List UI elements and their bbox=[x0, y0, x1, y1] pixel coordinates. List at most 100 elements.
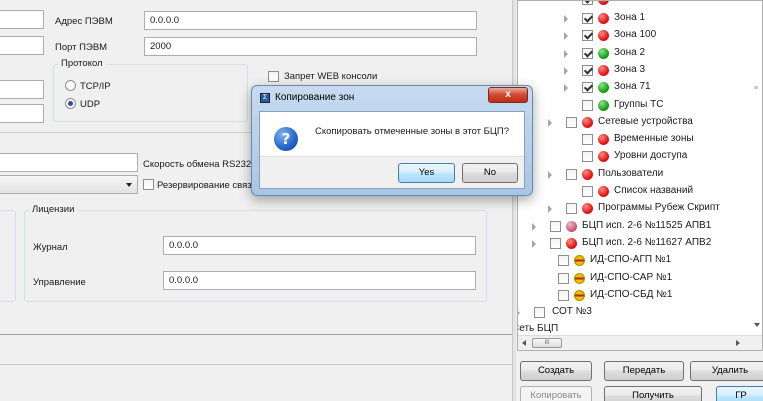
tree-checkbox[interactable] bbox=[558, 289, 569, 301]
tree-item-label: Программы Рубеж Скрипт bbox=[598, 202, 720, 214]
tree-row[interactable]: БЦП исп. 2-6 №11525 АПВ1 bbox=[532, 218, 762, 236]
status-indicator-icon bbox=[598, 13, 609, 24]
tree-row[interactable]: Список названий bbox=[578, 183, 762, 201]
tree-row[interactable]: Временные зоны bbox=[578, 131, 762, 149]
chevron-down-icon[interactable] bbox=[126, 183, 132, 187]
receive-button[interactable]: Получить bbox=[604, 386, 702, 401]
licenses-title: Лицензии bbox=[29, 204, 78, 215]
expand-arrow-icon[interactable] bbox=[564, 49, 568, 58]
tree-row[interactable]: БЦП исп. 2-6 №11627 АПВ2 bbox=[532, 235, 762, 253]
tree-checkbox[interactable] bbox=[582, 186, 593, 197]
expand-arrow-icon[interactable] bbox=[548, 205, 552, 214]
tree-checkbox[interactable] bbox=[582, 151, 593, 163]
tree-row[interactable]: Зона 71 bbox=[564, 79, 762, 97]
tree-row[interactable]: Пользователи bbox=[548, 166, 762, 184]
scroll-left-icon[interactable] bbox=[522, 340, 526, 346]
expand-arrow-icon[interactable] bbox=[564, 84, 568, 93]
scroll-down-icon[interactable] bbox=[754, 323, 760, 327]
pc-port-field[interactable]: 2000 bbox=[144, 37, 477, 56]
udp-radio[interactable] bbox=[65, 98, 76, 109]
left-field-1[interactable] bbox=[0, 10, 44, 29]
status-indicator-icon bbox=[574, 272, 585, 284]
tree-row[interactable]: Группы ТС bbox=[578, 97, 762, 115]
rs232-combo[interactable] bbox=[0, 175, 138, 194]
expand-arrow-icon[interactable] bbox=[548, 170, 552, 179]
tree-checkbox[interactable] bbox=[534, 307, 545, 319]
tree-checkbox[interactable] bbox=[582, 30, 593, 42]
protocol-title: Протокол bbox=[58, 58, 106, 69]
control-field[interactable]: 0.0.0.0 bbox=[163, 271, 476, 290]
tree-checkbox[interactable] bbox=[582, 82, 593, 94]
redundancy-checkbox[interactable] bbox=[143, 179, 154, 190]
status-indicator-icon bbox=[582, 203, 593, 215]
tree-checkbox[interactable] bbox=[582, 134, 593, 146]
control-label: Управление bbox=[33, 277, 86, 288]
create-button[interactable]: Создать bbox=[520, 361, 592, 381]
tree-row[interactable]: ИД-СПО-САР №1 bbox=[554, 270, 762, 288]
tree-row[interactable]: Уровни доступа bbox=[578, 148, 762, 166]
tree-row[interactable]: Зона 1 bbox=[564, 10, 762, 28]
close-button[interactable]: x bbox=[488, 87, 528, 103]
tree-checkbox[interactable] bbox=[558, 272, 569, 284]
status-indicator-icon bbox=[566, 220, 577, 232]
rs232-speed-label: Скорость обмена RS232 bbox=[143, 159, 252, 170]
tree-row[interactable]: Зона 2 bbox=[564, 45, 762, 63]
expand-arrow-icon[interactable] bbox=[564, 15, 568, 23]
left-field-2[interactable] bbox=[0, 36, 44, 55]
tree-item-label: ИД-СПО-СБД №1 bbox=[590, 288, 673, 300]
scroll-right-icon[interactable] bbox=[736, 340, 740, 346]
tree-hscroll[interactable]: III bbox=[518, 335, 762, 350]
rs232-field[interactable] bbox=[0, 153, 138, 172]
left-field-4[interactable] bbox=[0, 104, 44, 123]
tree-checkbox[interactable] bbox=[582, 64, 593, 76]
scroll-thumb[interactable]: III bbox=[532, 338, 562, 348]
expand-arrow-icon[interactable] bbox=[548, 118, 552, 127]
no-button[interactable]: No bbox=[462, 163, 518, 183]
tree-row[interactable]: СОТ №3 bbox=[518, 304, 762, 322]
gr-button[interactable]: ГР bbox=[716, 386, 763, 401]
tree-row[interactable]: Сетевые устройства bbox=[548, 114, 762, 132]
pc-address-field[interactable]: 0.0.0.0 bbox=[144, 11, 477, 30]
dialog-body: ? Скопировать отмеченные зоны в этот БЦП… bbox=[259, 111, 525, 189]
tree-checkbox[interactable] bbox=[550, 220, 561, 232]
tree-checkbox[interactable] bbox=[582, 99, 593, 111]
tcp-label: TCP/IP bbox=[80, 81, 111, 92]
expand-arrow-icon[interactable] bbox=[564, 32, 568, 41]
tree-item-label: Зона 2 bbox=[614, 46, 646, 58]
tree-vscroll[interactable]: ≡ bbox=[752, 1, 762, 335]
tree-row[interactable]: Зона 3 bbox=[564, 62, 762, 80]
tree-checkbox[interactable] bbox=[550, 237, 561, 249]
journal-field[interactable]: 0.0.0.0 bbox=[163, 236, 476, 255]
status-indicator-icon bbox=[582, 116, 593, 128]
web-console-checkbox[interactable] bbox=[268, 71, 279, 82]
tree-row[interactable]: ИД-СПО-СБД №1 bbox=[554, 287, 762, 305]
tree-item-label: Зона 3 bbox=[614, 63, 646, 75]
tree-checkbox[interactable] bbox=[582, 13, 593, 24]
tree-item-label: ИД-СПО-САР №1 bbox=[590, 271, 673, 283]
tree-checkbox[interactable] bbox=[582, 47, 593, 59]
yes-button[interactable]: Yes bbox=[398, 163, 455, 183]
delete-button[interactable]: Удалить bbox=[690, 361, 763, 381]
tree-checkbox[interactable] bbox=[566, 203, 577, 215]
tree-checkbox[interactable] bbox=[566, 168, 577, 180]
expand-arrow-icon[interactable] bbox=[532, 239, 536, 248]
copy-button[interactable]: Копировать bbox=[520, 386, 592, 401]
status-indicator-icon bbox=[598, 134, 609, 146]
left-field-3[interactable] bbox=[0, 80, 44, 99]
tree-item-label: БЦП исп. 2-6 №11525 АПВ1 bbox=[582, 219, 712, 231]
status-indicator-icon bbox=[598, 99, 609, 111]
tree-checkbox[interactable] bbox=[566, 116, 577, 128]
tree-item-label: Сетевые устройства bbox=[598, 115, 693, 127]
tree-row[interactable]: Зона 100 bbox=[564, 27, 762, 45]
transfer-button[interactable]: Передать bbox=[604, 361, 684, 381]
status-indicator-icon bbox=[566, 237, 577, 249]
tree-item-label: Сеть БЦП bbox=[518, 323, 559, 335]
tree-checkbox[interactable] bbox=[558, 255, 569, 267]
tree-row[interactable]: ИД-СПО-АГП №1 bbox=[554, 252, 762, 270]
expand-arrow-icon[interactable] bbox=[532, 222, 536, 231]
expand-arrow-icon[interactable] bbox=[564, 66, 568, 75]
tree-row[interactable]: Программы Рубеж Скрипт bbox=[548, 200, 762, 218]
tcp-radio[interactable] bbox=[65, 80, 76, 91]
splitter[interactable] bbox=[512, 0, 516, 401]
expand-arrow-icon[interactable] bbox=[518, 309, 520, 318]
